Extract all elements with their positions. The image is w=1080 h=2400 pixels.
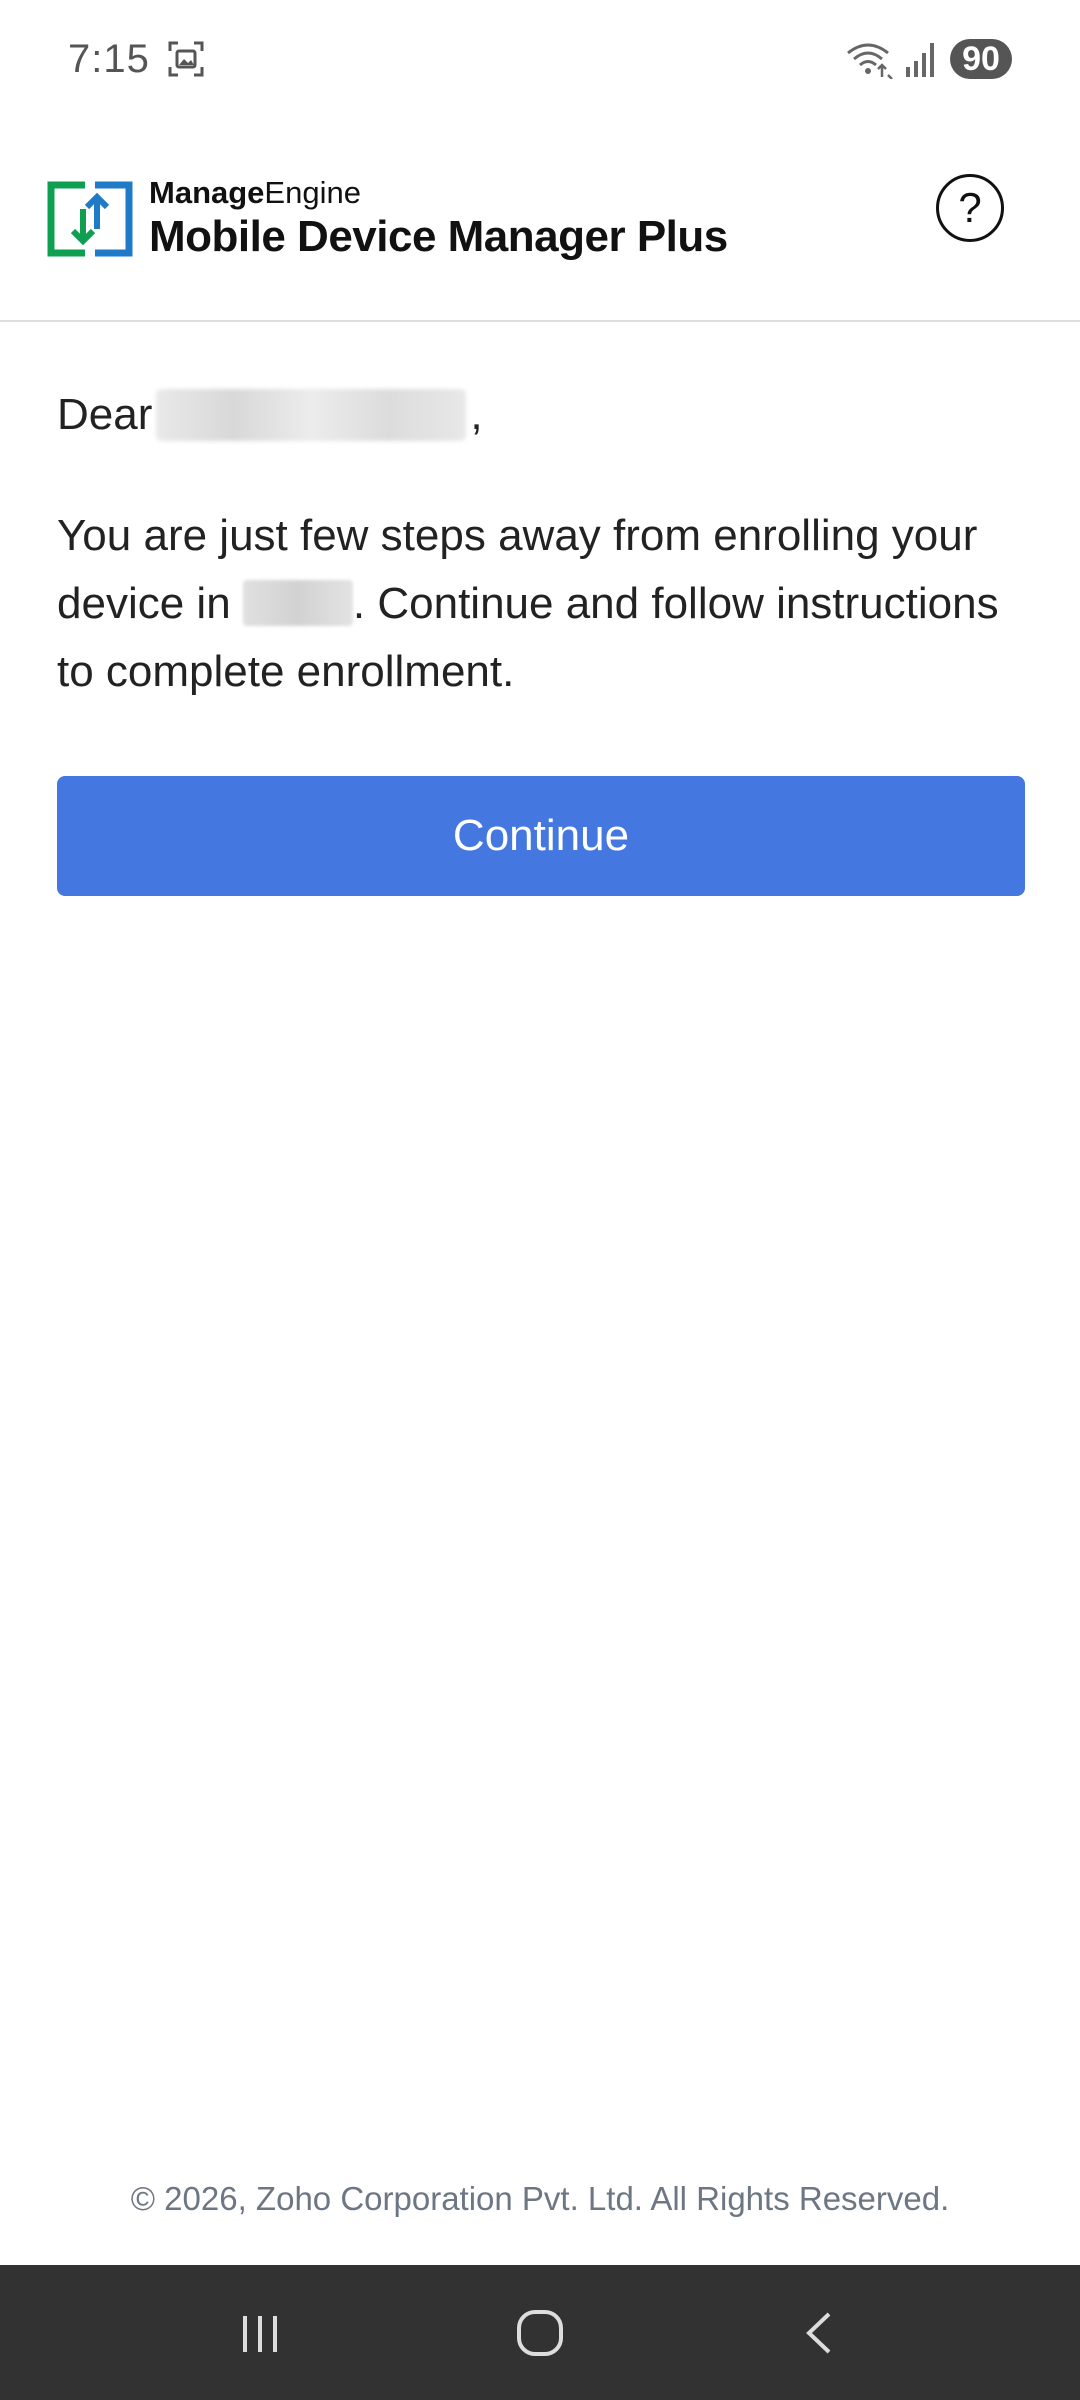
recent-apps-button[interactable] bbox=[220, 2293, 300, 2373]
manageengine-logo-icon bbox=[47, 181, 133, 257]
brand-top-rest: Engine bbox=[264, 175, 361, 210]
greeting: Dear , bbox=[57, 388, 1025, 442]
status-right: 90 bbox=[844, 39, 1012, 79]
screen: 7:15 90 ManageEngine Mobile Device Manag… bbox=[0, 0, 1080, 2400]
home-icon bbox=[517, 2309, 563, 2356]
back-button[interactable] bbox=[780, 2293, 860, 2373]
continue-button[interactable]: Continue bbox=[57, 776, 1025, 896]
screenshot-icon bbox=[168, 41, 204, 77]
status-bar: 7:15 90 bbox=[0, 0, 1080, 118]
copyright-footer: © 2026, Zoho Corporation Pvt. Ltd. All R… bbox=[130, 2180, 950, 2217]
home-button[interactable] bbox=[500, 2293, 580, 2373]
brand-top: ManageEngine bbox=[149, 175, 728, 211]
help-button[interactable]: ? bbox=[936, 174, 1004, 242]
redacted-user-name bbox=[156, 389, 467, 441]
status-time: 7:15 bbox=[68, 36, 150, 81]
greeting-suffix: , bbox=[470, 390, 483, 439]
brand-top-bold: Manage bbox=[149, 175, 265, 210]
back-icon bbox=[806, 2312, 831, 2353]
app-header: ManageEngine Mobile Device Manager Plus … bbox=[0, 118, 1080, 322]
system-nav-bar bbox=[0, 2265, 1080, 2400]
brand: ManageEngine Mobile Device Manager Plus bbox=[149, 175, 728, 263]
brand-product-name: Mobile Device Manager Plus bbox=[149, 212, 728, 261]
redacted-organization bbox=[242, 580, 353, 626]
greeting-prefix: Dear bbox=[57, 390, 153, 439]
wifi-icon bbox=[847, 43, 893, 79]
battery-badge: 90 bbox=[950, 39, 1012, 79]
main-content: Dear , You are just few steps away from … bbox=[57, 322, 1025, 896]
signal-icon bbox=[906, 43, 934, 77]
help-icon: ? bbox=[958, 184, 982, 231]
recent-apps-icon bbox=[243, 2315, 277, 2352]
enrollment-message: You are just few steps away from enrolli… bbox=[57, 502, 1025, 706]
